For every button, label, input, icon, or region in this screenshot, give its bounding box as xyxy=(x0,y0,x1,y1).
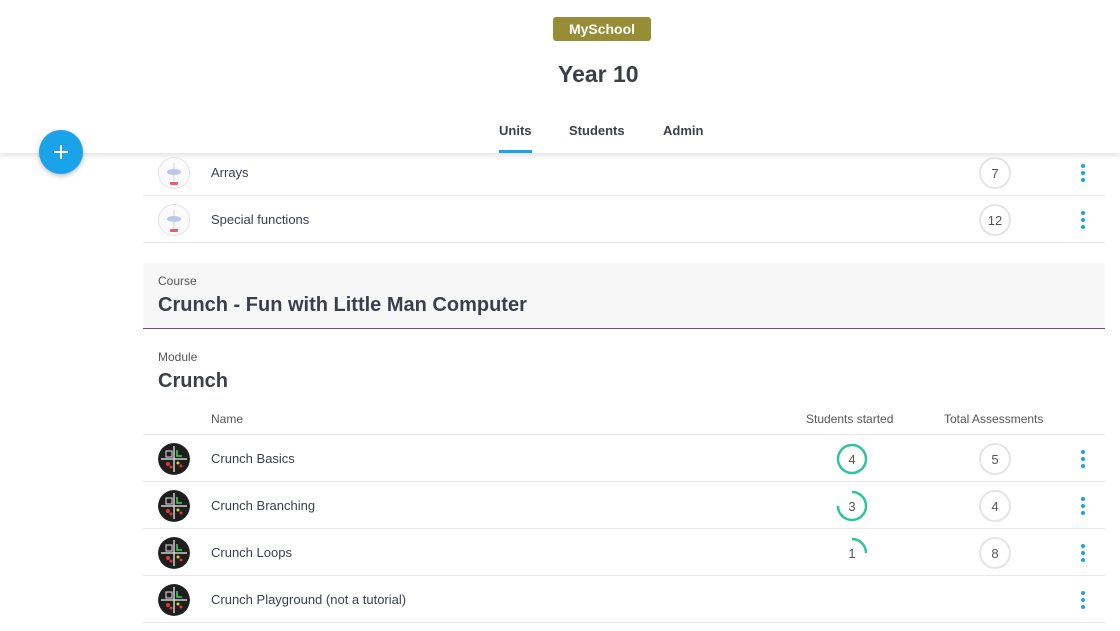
tab-students[interactable]: Students xyxy=(569,123,625,138)
more-options-icon[interactable] xyxy=(1078,209,1088,231)
school-badge[interactable]: MySchool xyxy=(553,17,651,41)
module-label: Module xyxy=(158,350,198,364)
more-options-icon[interactable] xyxy=(1078,162,1088,184)
more-options-icon[interactable] xyxy=(1078,589,1088,611)
unit-name[interactable]: Special functions xyxy=(211,212,309,227)
table-header: Name Students started Total Assessments xyxy=(143,405,1105,435)
unit-name[interactable]: Crunch Branching xyxy=(211,498,315,513)
more-options-icon[interactable] xyxy=(1078,542,1088,564)
list-item[interactable]: Arrays 7 xyxy=(143,149,1105,196)
table-row[interactable]: Crunch Playground (not a tutorial) xyxy=(143,576,1105,623)
unit-name[interactable]: Crunch Loops xyxy=(211,545,292,560)
crunch-thumbnail-icon xyxy=(158,490,190,522)
students-started-count: 4 xyxy=(848,451,856,467)
column-header-name[interactable]: Name xyxy=(211,412,243,426)
plus-icon xyxy=(54,145,68,159)
page-title: Year 10 xyxy=(558,61,639,87)
column-header-total-assessments[interactable]: Total Assessments xyxy=(944,412,1043,426)
total-assessments-badge: 4 xyxy=(979,490,1011,522)
unit-name[interactable]: Crunch Playground (not a tutorial) xyxy=(211,592,406,607)
module-title: Crunch xyxy=(158,370,228,392)
total-assessments-badge: 5 xyxy=(979,443,1011,475)
tab-bar: Units Students Admin xyxy=(0,113,1120,153)
add-button[interactable] xyxy=(39,130,83,174)
students-started-progress: 1 xyxy=(835,536,869,570)
unit-thumbnail-icon xyxy=(158,157,190,189)
students-started-progress: 4 xyxy=(835,442,869,476)
more-options-icon[interactable] xyxy=(1078,495,1088,517)
students-started-count: 1 xyxy=(848,545,856,561)
tab-admin[interactable]: Admin xyxy=(663,123,703,138)
students-started-count: 3 xyxy=(848,498,856,514)
column-header-students-started[interactable]: Students started xyxy=(806,412,893,426)
table-row[interactable]: Crunch Loops 1 8 xyxy=(143,529,1105,576)
tab-units[interactable]: Units xyxy=(499,123,532,153)
crunch-thumbnail-icon xyxy=(158,443,190,475)
unit-name[interactable]: Arrays xyxy=(211,165,249,180)
page-title-container: Year 10 xyxy=(0,61,1120,91)
course-title: Crunch - Fun with Little Man Computer xyxy=(158,294,527,316)
table-row[interactable]: Crunch Branching 3 4 xyxy=(143,482,1105,529)
unit-name[interactable]: Crunch Basics xyxy=(211,451,295,466)
more-options-icon[interactable] xyxy=(1078,448,1088,470)
students-started-progress: 3 xyxy=(835,489,869,523)
total-assessments-badge: 7 xyxy=(979,157,1011,189)
crunch-thumbnail-icon xyxy=(158,537,190,569)
total-assessments-badge: 12 xyxy=(979,204,1011,236)
total-assessments-badge: 8 xyxy=(979,537,1011,569)
unit-thumbnail-icon xyxy=(158,204,190,236)
course-label: Course xyxy=(158,274,197,288)
list-item[interactable]: Special functions 12 xyxy=(143,196,1105,243)
course-header: Course Crunch - Fun with Little Man Comp… xyxy=(143,263,1105,329)
table-row[interactable]: Crunch Basics 4 5 xyxy=(143,435,1105,482)
crunch-thumbnail-icon xyxy=(158,584,190,616)
